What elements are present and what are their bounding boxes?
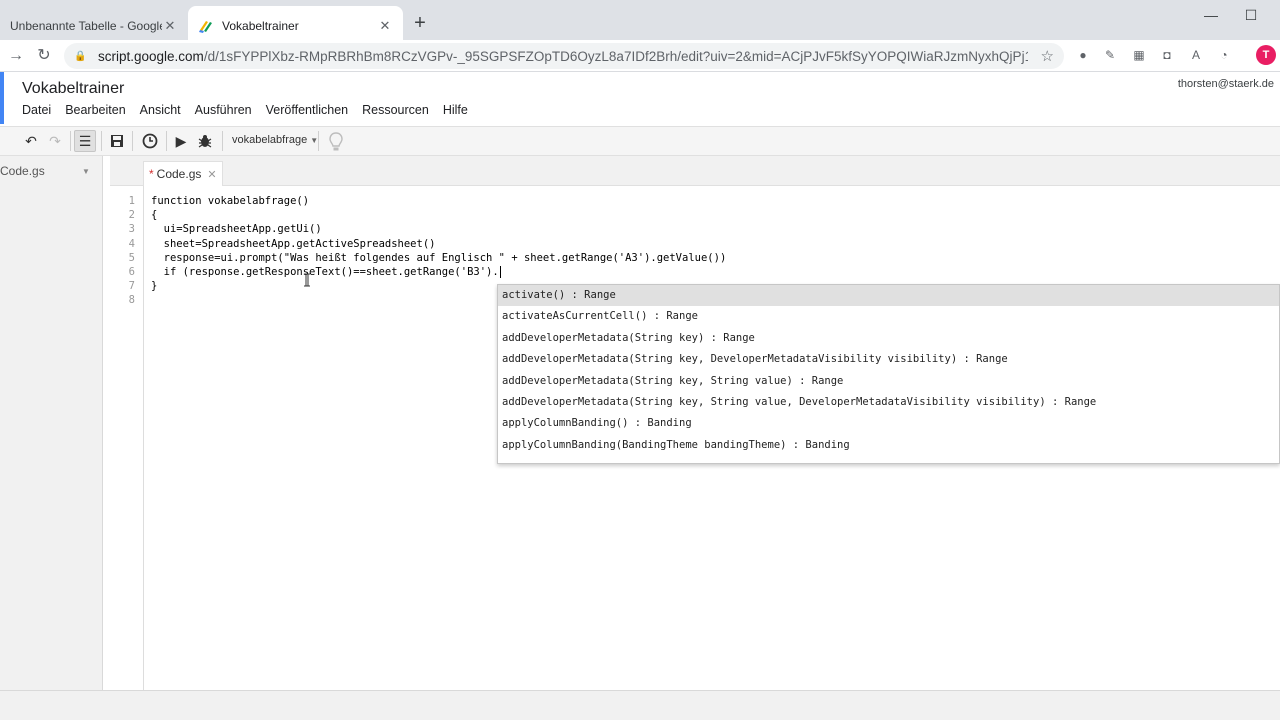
lock-icon: 🔒 xyxy=(74,50,87,62)
lightbulb-icon[interactable] xyxy=(327,131,345,153)
line-number: 2 xyxy=(128,209,135,221)
menu-ausfuehren[interactable]: Ausführen xyxy=(195,103,252,117)
extension-a-icon[interactable]: A xyxy=(1187,46,1205,64)
autocomplete-item[interactable]: activate() : Range xyxy=(498,285,1279,307)
autocomplete-item[interactable]: addDeveloperMetadata(String key, String … xyxy=(498,392,1279,413)
autocomplete-item[interactable]: addDeveloperMetadata(String key, String … xyxy=(498,371,1279,392)
line-numbers: 1 2 3 4 5 6 7 8 xyxy=(110,186,144,690)
menu-bearbeiten[interactable]: Bearbeiten xyxy=(65,103,125,117)
chevron-down-icon[interactable]: ▼ xyxy=(82,167,90,176)
accent-bar xyxy=(0,72,4,124)
code-line: sheet=SpreadsheetApp.getActiveSpreadshee… xyxy=(151,238,436,250)
user-email[interactable]: thorsten@staerk.de xyxy=(1178,78,1274,90)
code-line-current: if (response.getResponseText()==sheet.ge… xyxy=(151,266,501,278)
address-bar[interactable]: 🔒 script.google.com/d/1sFYPPlXbz-RMpRBRh… xyxy=(64,43,1064,69)
chevron-down-icon: ▼ xyxy=(310,136,319,145)
bookmark-star-icon[interactable]: ☆ xyxy=(1041,47,1054,65)
text-cursor xyxy=(499,266,501,278)
modified-indicator: * xyxy=(149,167,154,181)
app-header: Vokabeltrainer thorsten@staerk.de Datei … xyxy=(0,72,1280,126)
ibeam-cursor-icon xyxy=(304,273,310,287)
toolbar-divider xyxy=(132,131,133,151)
maximize-icon[interactable]: ☐ xyxy=(1241,6,1261,26)
browser-tab-title: Vokabeltrainer xyxy=(222,19,299,33)
toolbar-divider xyxy=(166,131,167,151)
menu-bar: Datei Bearbeiten Ansicht Ausführen Veröf… xyxy=(22,103,468,117)
line-number: 3 xyxy=(128,223,135,235)
reload-icon[interactable]: ↻ xyxy=(34,46,54,66)
minimize-icon[interactable]: — xyxy=(1201,6,1221,26)
menu-datei[interactable]: Datei xyxy=(22,103,51,117)
menu-veroeffentlichen[interactable]: Veröffentlichen xyxy=(266,103,348,117)
code-line: function vokabelabfrage() xyxy=(151,195,310,207)
extension-circle-icon[interactable]: ● xyxy=(1074,46,1092,64)
close-icon[interactable]: ✕ xyxy=(377,18,393,34)
qr-code-icon[interactable]: ▦ xyxy=(1130,46,1148,64)
menu-ressourcen[interactable]: Ressourcen xyxy=(362,103,429,117)
close-icon[interactable]: ✕ xyxy=(162,18,178,34)
toolbar-divider xyxy=(101,131,102,151)
back-icon[interactable]: → xyxy=(6,46,26,66)
menu-ansicht[interactable]: Ansicht xyxy=(140,103,181,117)
apps-script-icon xyxy=(199,21,212,33)
line-number: 7 xyxy=(128,280,135,292)
function-select[interactable]: vokabelabfrage ▼ xyxy=(232,134,318,146)
autocomplete-item[interactable]: applyColumnBanding() : Banding xyxy=(498,413,1279,434)
bug-icon[interactable] xyxy=(194,130,216,152)
line-number: 4 xyxy=(128,238,135,250)
toolbar-divider xyxy=(70,131,71,151)
url-text: script.google.com/d/1sFYPPlXbz-RMpRBRhBm… xyxy=(98,48,1028,64)
code-line: response=ui.prompt("Was heißt folgendes … xyxy=(151,252,727,264)
status-bar xyxy=(0,690,1280,720)
save-icon[interactable] xyxy=(106,130,128,152)
undo-icon[interactable]: ↶ xyxy=(20,130,42,152)
extension-gauge-icon[interactable]: ◔ xyxy=(1215,46,1233,64)
line-number: 1 xyxy=(128,195,135,207)
clock-icon[interactable] xyxy=(139,130,161,152)
close-icon[interactable]: ✕ xyxy=(207,168,216,181)
file-panel: Code.gs ▼ xyxy=(0,156,103,690)
autocomplete-popup: activate() : Range activateAsCurrentCell… xyxy=(497,284,1280,464)
project-title[interactable]: Vokabeltrainer xyxy=(22,80,124,98)
code-line: { xyxy=(151,209,158,221)
menu-hilfe[interactable]: Hilfe xyxy=(443,103,468,117)
indent-icon[interactable]: ☰ xyxy=(74,130,96,152)
line-number: 6 xyxy=(128,266,135,278)
extension-edit-icon[interactable]: ✎ xyxy=(1101,46,1119,64)
profile-avatar[interactable]: T xyxy=(1256,45,1276,65)
autocomplete-item[interactable]: activateAsCurrentCell() : Range xyxy=(498,306,1279,327)
code-line: } xyxy=(151,280,158,292)
screen: Unbenannte Tabelle - Google Tab ✕ Vokabe… xyxy=(0,0,1280,720)
autocomplete-item[interactable]: addDeveloperMetadata(String key, Develop… xyxy=(498,349,1279,370)
editor-toolbar: ↶ ↷ ☰ ▶ vokabelabfrage ▼ xyxy=(0,126,1280,156)
toolbar-divider xyxy=(222,131,223,151)
autocomplete-item[interactable]: addDeveloperMetadata(String key) : Range xyxy=(498,328,1279,349)
browser-tab-title: Unbenannte Tabelle - Google Tab xyxy=(10,19,162,33)
new-tab-icon[interactable]: + xyxy=(410,13,430,33)
code-line: ui=SpreadsheetApp.getUi() xyxy=(151,223,322,235)
tab-code-gs[interactable]: * Code.gs ✕ xyxy=(143,161,223,186)
autocomplete-item[interactable]: applyColumnBanding(BandingTheme bandingT… xyxy=(498,435,1279,456)
sidebar-file-code-gs[interactable]: Code.gs ▼ xyxy=(0,164,100,178)
redo-icon[interactable]: ↷ xyxy=(44,130,66,152)
toolbar-divider xyxy=(318,131,319,151)
line-number: 8 xyxy=(128,294,135,306)
extension-pocket-icon[interactable]: ◘ xyxy=(1158,46,1176,64)
play-icon[interactable]: ▶ xyxy=(170,130,192,152)
file-tab-bar: * Code.gs ✕ xyxy=(110,156,1280,186)
line-number: 5 xyxy=(128,252,135,264)
